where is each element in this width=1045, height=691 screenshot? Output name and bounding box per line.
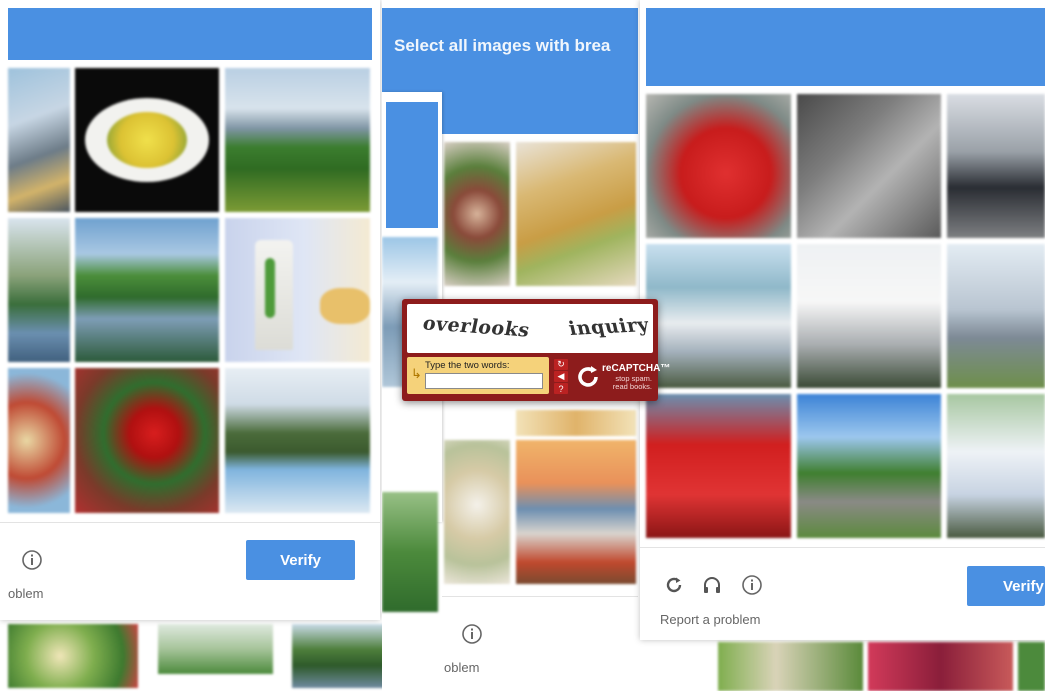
image-tile-mountain-field[interactable]: [225, 68, 370, 212]
info-icon[interactable]: [740, 573, 764, 597]
left-header-bar: [8, 8, 372, 60]
image-tile-green-corner: [1018, 642, 1045, 691]
image-tile-food-plate[interactable]: [75, 68, 219, 212]
captcha-prompt: Type the two words:: [425, 360, 510, 371]
image-tile-tree-pool[interactable]: [225, 368, 370, 513]
left-footer-divider: [0, 522, 380, 523]
info-icon[interactable]: [460, 622, 484, 646]
image-tile-bush: [158, 624, 273, 674]
recaptcha-brand: reCAPTCHA™: [602, 363, 671, 374]
image-tile-semi-truck[interactable]: [947, 244, 1045, 388]
audio-icon[interactable]: ◀: [554, 371, 568, 382]
image-tile-salad: [8, 624, 138, 688]
report-problem-link[interactable]: oblem: [8, 586, 43, 601]
image-tile-melon: [718, 642, 863, 691]
image-tile-red-car-closeup[interactable]: [646, 394, 791, 538]
image-tile-red-car[interactable]: [646, 94, 791, 238]
image-tile-seaside-table[interactable]: [516, 440, 636, 584]
captcha-answer-input[interactable]: [425, 373, 543, 389]
image-tile-green-strip: [382, 492, 438, 612]
right-header-bar: [646, 8, 1045, 86]
image-tile-car-interior[interactable]: [797, 94, 941, 238]
right-footer-divider: [640, 547, 1045, 548]
image-tile-tow-truck[interactable]: [797, 244, 941, 388]
image-tile-garlic-bread[interactable]: [516, 142, 636, 286]
image-tile-berries: [868, 642, 1013, 691]
middle-header-text: Select all images with brea: [394, 36, 611, 55]
middle-footer-divider: [442, 596, 638, 597]
image-tile-food-strip[interactable]: [516, 410, 636, 436]
image-tile-bread-platter[interactable]: [444, 440, 510, 584]
verify-button[interactable]: Verify: [246, 540, 355, 580]
captcha-input-area: ↳ Type the two words:: [407, 357, 549, 394]
image-tile-lake-left[interactable]: [8, 218, 70, 362]
recaptcha-widget: overlooks inquiry ↳ Type the two words: …: [402, 299, 670, 401]
image-tile-motorcycles[interactable]: [947, 94, 1045, 238]
verify-button[interactable]: Verify: [967, 566, 1045, 606]
left-captcha-panel: oblem Verify: [0, 0, 380, 620]
image-tile-dish-left[interactable]: [8, 368, 70, 513]
image-tile-lake-reflection[interactable]: [75, 218, 219, 362]
arrow-icon: ↳: [411, 366, 422, 381]
captcha-image: overlooks inquiry: [407, 304, 653, 353]
middle-strip-bar: [386, 102, 438, 228]
image-tile-red-eggs[interactable]: [75, 368, 219, 513]
headphones-icon[interactable]: [700, 573, 724, 597]
image-tile-aloe-products[interactable]: [225, 218, 370, 362]
captcha-word-1: overlooks: [420, 312, 532, 342]
help-icon[interactable]: ?: [554, 383, 568, 394]
image-tile-delivery-truck[interactable]: [947, 394, 1045, 538]
captcha-word-2: inquiry: [566, 314, 652, 340]
recaptcha-tagline: stop spam. read books.: [612, 374, 652, 391]
recaptcha-logo: reCAPTCHA™ stop spam. read books.: [574, 359, 670, 395]
report-problem-link[interactable]: Report a problem: [660, 612, 760, 627]
image-tile-motorbike-road[interactable]: [797, 394, 941, 538]
right-captcha-panel: Report a problem Verify: [640, 0, 1045, 640]
image-tile-chopped-veg[interactable]: [444, 142, 510, 286]
image-tile-harbor[interactable]: [8, 68, 70, 212]
reload-icon[interactable]: ↻: [554, 359, 568, 370]
reload-icon[interactable]: [662, 573, 686, 597]
report-problem-link[interactable]: oblem: [444, 660, 479, 675]
info-icon[interactable]: [20, 548, 44, 572]
